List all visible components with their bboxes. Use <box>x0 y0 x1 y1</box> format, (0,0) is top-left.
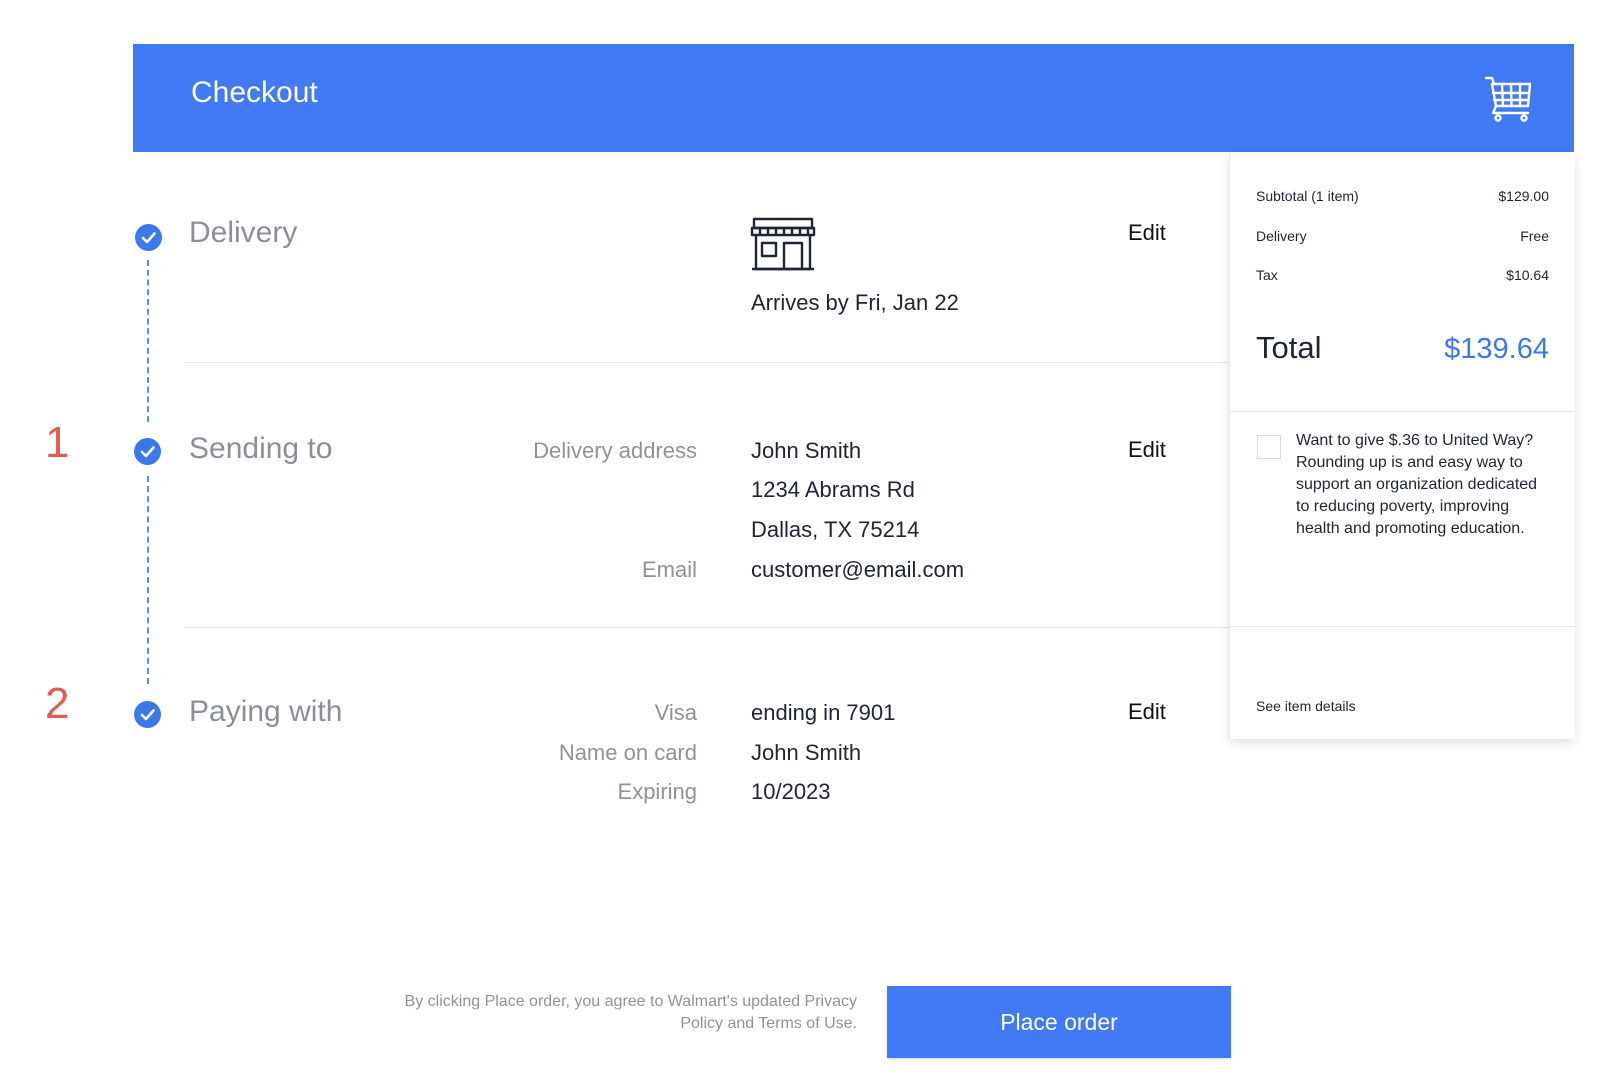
recipient-name: John Smith <box>751 438 862 463</box>
delivery-address-label: Delivery address <box>533 438 697 463</box>
delivery-label: Delivery <box>1256 228 1307 244</box>
subtotal-row: Subtotal (1 item) $129.00 <box>1256 188 1549 204</box>
recipient-email: customer@email.com <box>751 557 965 582</box>
section-divider <box>184 362 1229 363</box>
total-value: $139.64 <box>1444 333 1549 365</box>
store-icon <box>750 217 816 271</box>
see-item-details-link[interactable]: See item details <box>1256 698 1356 714</box>
tax-value: $10.64 <box>1506 267 1549 283</box>
name-on-card: John Smith <box>751 740 862 765</box>
paying-with-edit-button[interactable]: Edit <box>1128 699 1166 725</box>
sending-to-title: Sending to <box>189 432 333 465</box>
cart-icon[interactable] <box>1484 74 1534 122</box>
timeline-connector <box>147 476 149 684</box>
card-expiry: 10/2023 <box>751 779 831 804</box>
tax-label: Tax <box>1256 267 1278 283</box>
step-marker-1: 1 <box>45 418 70 467</box>
recipient-street: 1234 Abrams Rd <box>751 477 915 502</box>
tax-row: Tax $10.64 <box>1256 267 1549 283</box>
delivery-row: Delivery Free <box>1256 228 1549 244</box>
delivery-value: Free <box>1520 228 1549 244</box>
step-marker-2: 2 <box>45 679 70 728</box>
checkout-header: Checkout <box>133 44 1574 152</box>
section-divider <box>184 627 1229 628</box>
timeline-connector <box>147 260 149 422</box>
sending-check-icon <box>134 438 161 465</box>
delivery-arrival: Arrives by Fri, Jan 22 <box>751 290 959 315</box>
email-label: Email <box>641 557 697 582</box>
donation-checkbox[interactable] <box>1257 435 1281 459</box>
name-on-card-label: Name on card <box>558 740 697 765</box>
card-type-label: Visa <box>654 700 697 725</box>
summary-divider <box>1230 626 1575 627</box>
paying-check-icon <box>134 701 161 728</box>
sending-to-edit-button[interactable]: Edit <box>1128 437 1166 463</box>
subtotal-label: Subtotal (1 item) <box>1256 188 1359 204</box>
delivery-title: Delivery <box>189 216 298 249</box>
summary-divider <box>1230 411 1575 412</box>
delivery-edit-button[interactable]: Edit <box>1128 220 1166 246</box>
place-order-button[interactable]: Place order <box>887 986 1231 1058</box>
total-label: Total <box>1256 330 1322 365</box>
card-number: ending in 7901 <box>751 700 896 725</box>
page-title: Checkout <box>191 76 318 109</box>
delivery-check-icon <box>135 224 162 251</box>
legal-notice: By clicking Place order, you agree to Wa… <box>404 993 857 1032</box>
paying-with-title: Paying with <box>189 695 343 728</box>
recipient-city: Dallas, TX 75214 <box>751 517 920 542</box>
donation-text: Want to give $.36 to United Way? Roundin… <box>1296 432 1538 537</box>
subtotal-value: $129.00 <box>1498 188 1549 204</box>
order-summary: Subtotal (1 item) $129.00 Delivery Free … <box>1229 152 1575 739</box>
total-row: Total $139.64 <box>1256 330 1549 366</box>
expiring-label: Expiring <box>617 779 697 804</box>
